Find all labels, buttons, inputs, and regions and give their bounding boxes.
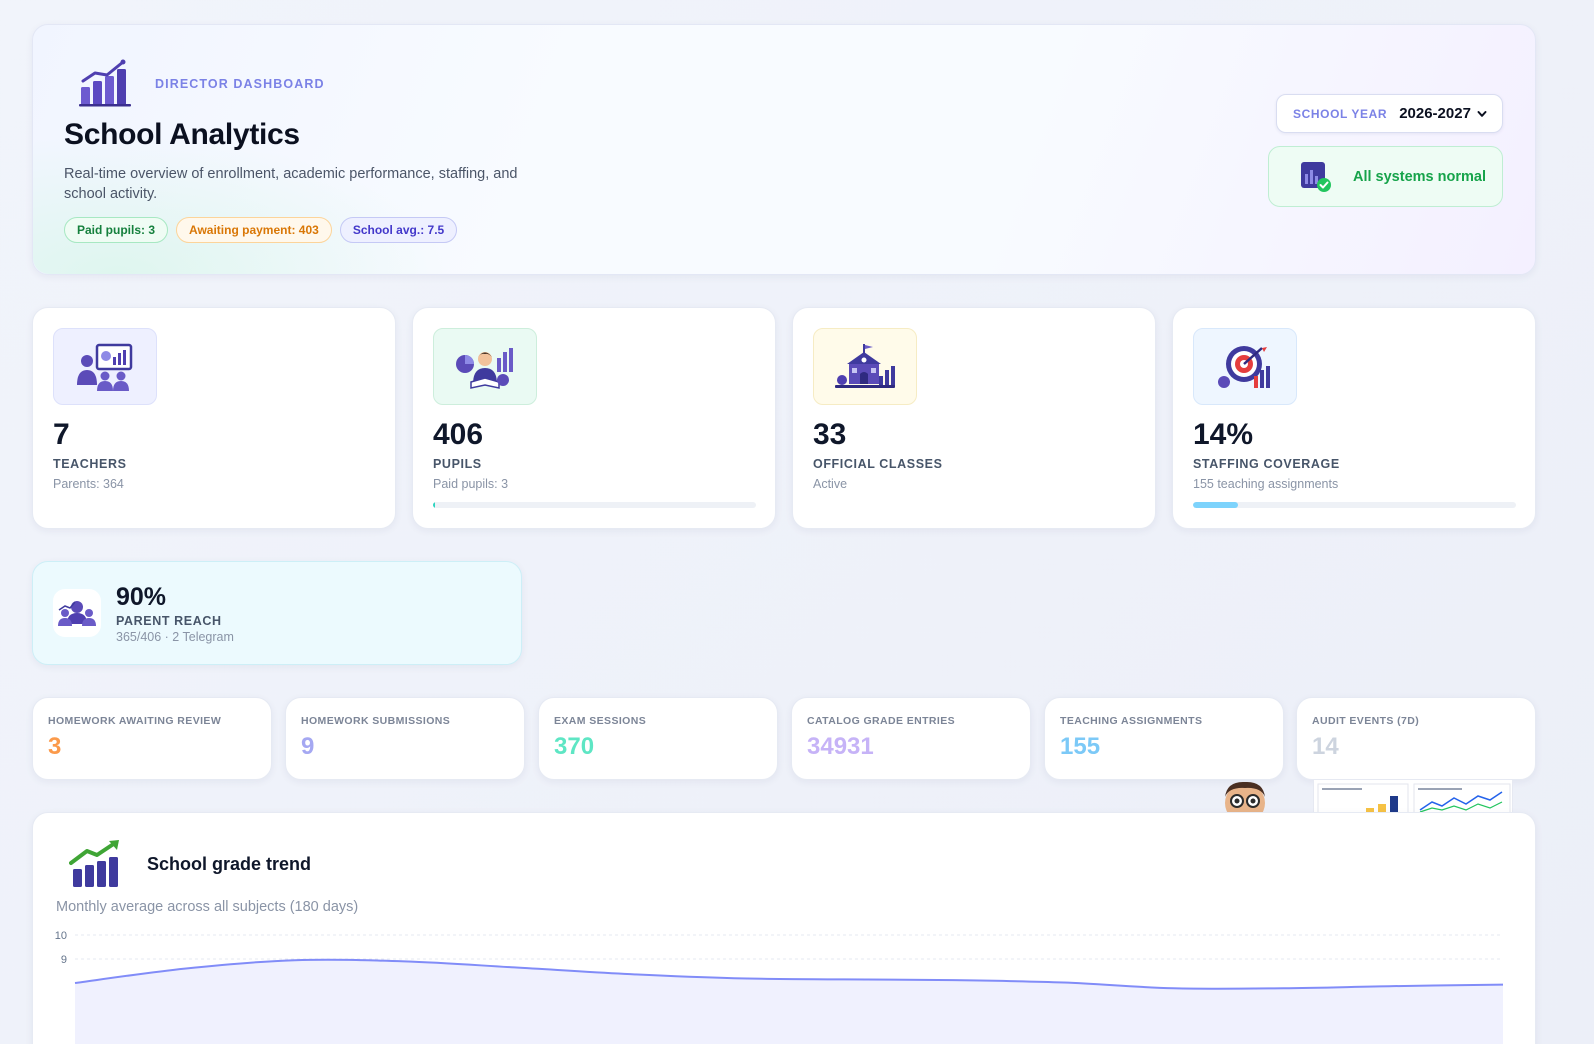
kpi-card-pupils[interactable]: 406 PUPILS Paid pupils: 3 xyxy=(412,307,776,529)
kpi-value: 406 xyxy=(433,418,484,451)
stat-card-homework-submissions[interactable]: HOMEWORK SUBMISSIONS 9 xyxy=(285,697,525,780)
school-building-icon xyxy=(835,343,895,388)
awaiting-payment-chip: Awaiting payment: 403 xyxy=(176,217,332,243)
chevron-down-icon xyxy=(1477,110,1487,117)
kpi-label: OFFICIAL CLASSES xyxy=(813,457,943,471)
system-status-badge: All systems normal xyxy=(1268,146,1503,207)
school-average-chip: School avg.: 7.5 xyxy=(339,217,458,243)
kpi-value: 14% xyxy=(1193,418,1254,451)
kpi-value: 7 xyxy=(53,418,70,451)
stat-label: TEACHING ASSIGNMENTS xyxy=(1060,715,1203,727)
progress-fill xyxy=(1193,502,1239,508)
icon-box xyxy=(433,328,537,405)
hero-panel: DIRECTOR DASHBOARD School Analytics Real… xyxy=(32,24,1536,275)
stat-value: 9 xyxy=(301,733,315,760)
kpi-label: TEACHERS xyxy=(53,457,127,471)
staffing-progress-bar xyxy=(1193,502,1516,508)
stat-label: EXAM SESSIONS xyxy=(554,715,647,727)
parents-group-icon xyxy=(58,601,96,626)
y-tick-label: 9 xyxy=(61,954,67,966)
school-year-select[interactable]: SCHOOL YEAR 2026-2027 xyxy=(1276,94,1503,133)
kpi-subtext: Active xyxy=(813,477,848,491)
pupil-reading-icon xyxy=(456,347,513,389)
summary-chips: Paid pupils: 3 Awaiting payment: 403 Sch… xyxy=(64,217,458,243)
y-tick-label: 10 xyxy=(55,930,67,942)
stat-card-exam-sessions[interactable]: EXAM SESSIONS 370 xyxy=(538,697,778,780)
kpi-card-staffing[interactable]: 14% STAFFING COVERAGE 155 teaching assig… xyxy=(1172,307,1536,529)
kpi-label: PUPILS xyxy=(433,457,482,471)
parent-reach-card[interactable]: 90% PARENT REACH 365/406 · 2 Telegram xyxy=(32,561,522,665)
school-year-value: 2026-2027 xyxy=(1399,105,1471,122)
kpi-subtext: 155 teaching assignments xyxy=(1193,477,1339,491)
kpi-label: STAFFING COVERAGE xyxy=(1193,457,1340,471)
stat-card-homework-review[interactable]: HOMEWORK AWAITING REVIEW 3 xyxy=(32,697,272,780)
progress-fill xyxy=(433,502,436,508)
icon-box xyxy=(813,328,917,405)
stat-label: CATALOG GRADE ENTRIES xyxy=(807,715,956,727)
stat-label: HOMEWORK SUBMISSIONS xyxy=(301,715,451,727)
paid-pupils-chip: Paid pupils: 3 xyxy=(64,217,169,243)
school-year-label: SCHOOL YEAR xyxy=(1293,106,1388,121)
character-face-icon xyxy=(1225,781,1265,813)
bar-chart-logo-icon xyxy=(79,59,131,107)
kpi-card-classes[interactable]: 33 OFFICIAL CLASSES Active xyxy=(792,307,1156,529)
stat-value: 34931 xyxy=(807,733,874,760)
kpi-subtext: Paid pupils: 3 xyxy=(433,477,509,491)
grade-trend-card: School grade trend Monthly average acros… xyxy=(32,812,1536,1044)
reach-icon-box xyxy=(53,589,101,637)
grade-trend-chart: 10 9 xyxy=(55,930,1504,1044)
reach-label: PARENT REACH xyxy=(116,614,222,628)
reach-value: 90% xyxy=(116,583,167,611)
stat-value: 155 xyxy=(1060,733,1101,760)
reach-subtext: 365/406 · 2 Telegram xyxy=(116,630,234,644)
hero-eyebrow: DIRECTOR DASHBOARD xyxy=(155,77,325,91)
kpi-card-teachers[interactable]: 7 TEACHERS Parents: 364 xyxy=(32,307,396,529)
system-status-text: All systems normal xyxy=(1353,168,1486,185)
stat-label: AUDIT EVENTS (7D) xyxy=(1312,715,1420,727)
hero-glow xyxy=(33,134,453,274)
target-icon xyxy=(1218,345,1270,388)
kpi-subtext: Parents: 364 xyxy=(53,477,124,491)
kpi-value: 33 xyxy=(813,418,847,451)
stat-card-audit-events[interactable]: AUDIT EVENTS (7D) 14 xyxy=(1296,697,1536,780)
system-check-icon xyxy=(1301,161,1331,192)
pupils-progress-bar xyxy=(433,502,756,508)
report-charts-icon xyxy=(1317,783,1511,813)
report-illustration xyxy=(1313,779,1513,813)
stat-card-teaching-assignments[interactable]: TEACHING ASSIGNMENTS 155 xyxy=(1044,697,1284,780)
chart-title: School grade trend xyxy=(147,854,312,874)
icon-box xyxy=(53,328,157,405)
stat-card-grade-entries[interactable]: CATALOG GRADE ENTRIES 34931 xyxy=(791,697,1031,780)
trend-area xyxy=(75,959,1503,1044)
stat-value: 14 xyxy=(1312,733,1339,760)
character-illustration xyxy=(1215,779,1275,813)
chart-subtitle: Monthly average across all subjects (180… xyxy=(56,899,359,915)
icon-box xyxy=(1193,328,1297,405)
stat-value: 370 xyxy=(554,733,595,760)
stat-value: 3 xyxy=(48,733,62,760)
growth-chart-icon xyxy=(69,840,119,887)
page-title: School Analytics xyxy=(64,118,300,151)
stat-label: HOMEWORK AWAITING REVIEW xyxy=(48,715,222,727)
page-description: Real-time overview of enrollment, academ… xyxy=(64,166,518,202)
teacher-presentation-icon xyxy=(77,343,133,391)
